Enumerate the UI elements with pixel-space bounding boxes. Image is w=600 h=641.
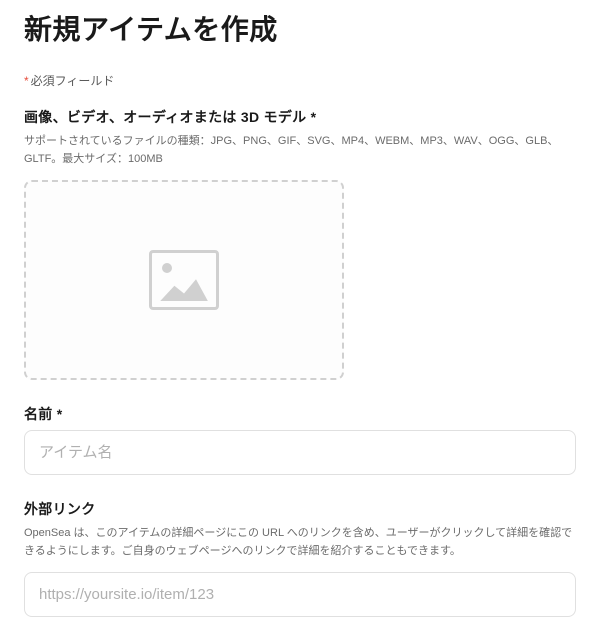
name-label: 名前 * xyxy=(24,404,576,424)
upload-label: 画像、ビデオ、オーディオまたは 3D モデル * xyxy=(24,107,576,127)
external-link-input[interactable] xyxy=(24,572,576,617)
name-input[interactable] xyxy=(24,430,576,475)
external-link-help: OpenSea は、このアイテムの詳細ページにこの URL へのリンクを含め、ユ… xyxy=(24,525,576,560)
upload-dropzone[interactable] xyxy=(24,180,344,380)
external-link-label: 外部リンク xyxy=(24,499,576,519)
upload-help: サポートされているファイルの種類：JPG、PNG、GIF、SVG、MP4、WEB… xyxy=(24,133,576,168)
image-placeholder-icon xyxy=(149,250,219,310)
required-note: *必須フィールド xyxy=(24,72,576,89)
external-link-field-group: 外部リンク OpenSea は、このアイテムの詳細ページにこの URL へのリン… xyxy=(24,499,576,617)
asterisk-icon: * xyxy=(24,74,29,88)
name-field-group: 名前 * xyxy=(24,404,576,475)
page-title: 新規アイテムを作成 xyxy=(24,8,576,48)
upload-field-group: 画像、ビデオ、オーディオまたは 3D モデル * サポートされているファイルの種… xyxy=(24,107,576,380)
required-note-text: 必須フィールド xyxy=(31,74,115,88)
